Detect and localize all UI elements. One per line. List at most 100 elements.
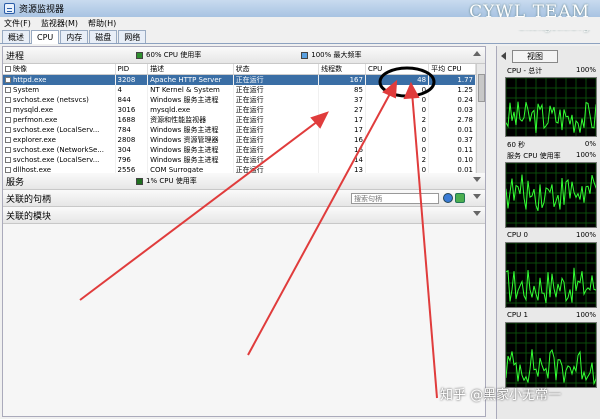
cell-image: dllhost.exe	[3, 165, 116, 173]
row-checkbox[interactable]	[5, 97, 11, 103]
view-button[interactable]: 视图	[512, 49, 558, 63]
row-checkbox[interactable]	[5, 77, 11, 83]
menu-monitor[interactable]: 监视器(M)	[41, 18, 78, 29]
search-icon[interactable]	[443, 193, 453, 203]
cell-description: Windows 服务主进程	[147, 125, 234, 135]
services-title: 服务	[6, 177, 25, 188]
collapse-chevron-icon[interactable]	[473, 51, 481, 56]
cell-status: 正在运行	[233, 155, 320, 165]
cell-description: Windows 服务主进程	[147, 155, 234, 165]
table-row[interactable]: System 4 NT Kernel & System 正在运行 85 0 1.25	[3, 85, 476, 95]
col-description[interactable]: 描述	[147, 64, 234, 75]
tab-memory[interactable]: 内存	[60, 30, 89, 43]
cell-image: perfmon.exe	[3, 115, 116, 125]
cpu-usage-swatch	[136, 51, 143, 59]
tab-disk[interactable]: 磁盘	[89, 30, 118, 43]
cell-description: Apache HTTP Server	[147, 74, 234, 85]
cell-image: httpd.exe	[3, 74, 116, 85]
cell-avg-cpu: 2.78	[428, 115, 476, 125]
expand-chevron-icon[interactable]	[473, 194, 481, 199]
row-checkbox[interactable]	[5, 107, 11, 113]
cell-cpu: 0	[365, 165, 430, 173]
services-cpu-swatch	[136, 177, 143, 185]
cell-threads: 17	[318, 115, 366, 125]
row-checkbox[interactable]	[5, 87, 11, 93]
cell-avg-cpu: 0.24	[428, 95, 476, 105]
cell-pid: 1688	[115, 115, 149, 125]
services-cpu-legend-text: 1% CPU 使用率	[146, 177, 197, 185]
modules-title: 关联的模块	[6, 211, 52, 222]
handles-title: 关联的句柄	[6, 194, 52, 205]
cell-status: 正在运行	[233, 85, 320, 95]
cell-description: 资源和性能监视器	[147, 115, 234, 125]
cell-pid: 304	[115, 145, 149, 155]
cell-threads: 16	[318, 145, 366, 155]
services-header[interactable]: 服务 1% CPU 使用率	[3, 173, 485, 190]
select-all-checkbox[interactable]	[5, 66, 11, 72]
row-checkbox[interactable]	[5, 147, 11, 153]
menu-file[interactable]: 文件(F)	[4, 18, 31, 29]
table-row[interactable]: dllhost.exe 2556 COM Surrogate 正在运行 13 0 0.01	[3, 165, 476, 173]
cell-threads: 17	[318, 125, 366, 135]
cell-avg-cpu: 1.77	[428, 74, 476, 85]
cell-description: Windows 服务主进程	[147, 145, 234, 155]
cell-status: 正在运行	[233, 145, 320, 155]
cell-avg-cpu: 0.10	[428, 155, 476, 165]
table-row[interactable]: svchost.exe (NetworkSe... 304 Windows 服务主进…	[3, 145, 476, 155]
tab-cpu[interactable]: CPU	[31, 30, 60, 44]
tab-network[interactable]: 网络	[118, 30, 147, 43]
cell-threads: 167	[318, 74, 366, 85]
modules-header[interactable]: 关联的模块	[3, 207, 485, 224]
table-row[interactable]: explorer.exe 2808 Windows 资源管理器 正在运行 16 0 0.37	[3, 135, 476, 145]
cell-cpu: 0	[365, 145, 430, 155]
watermark-bottom: 知乎 @黑家小无常一	[440, 388, 562, 403]
table-row[interactable]: svchost.exe (LocalServ... 784 Windows 服务主进…	[3, 125, 476, 135]
tab-overview[interactable]: 概述	[2, 30, 30, 43]
cell-cpu: 0	[365, 135, 430, 145]
cell-image: svchost.exe (NetworkSe...	[3, 145, 116, 155]
refresh-icon[interactable]	[455, 193, 465, 203]
collapse-pane-icon[interactable]	[501, 52, 506, 60]
cell-status: 正在运行	[233, 105, 320, 115]
table-row[interactable]: httpd.exe 3208 Apache HTTP Server 正在运行 167 48…	[3, 74, 476, 85]
max-frequency-swatch	[301, 51, 309, 59]
cell-threads: 14	[318, 155, 366, 165]
services-cpu-legend: 1% CPU 使用率	[136, 176, 197, 186]
cell-threads: 16	[318, 135, 366, 145]
graph-label-cpu1: CPU 1 100%	[507, 311, 596, 319]
cell-status: 正在运行	[233, 135, 320, 145]
table-row[interactable]: perfmon.exe 1688 资源和性能监视器 正在运行 17 2 2.78	[3, 115, 476, 125]
expand-chevron-icon[interactable]	[473, 177, 481, 182]
row-checkbox[interactable]	[5, 127, 11, 133]
table-row[interactable]: svchost.exe (LocalServ... 796 Windows 服务主进…	[3, 155, 476, 165]
cell-description: Windows 服务主进程	[147, 95, 234, 105]
col-status[interactable]: 状态	[233, 64, 320, 75]
cell-avg-cpu: 0.01	[428, 125, 476, 135]
process-scrollbar[interactable]	[476, 64, 485, 173]
window-title: 资源监视器	[19, 5, 65, 15]
processes-header[interactable]: 进程 60% CPU 使用率 100% 最大频率	[3, 47, 485, 64]
menu-help[interactable]: 帮助(H)	[88, 18, 116, 29]
col-cpu[interactable]: CPU	[365, 64, 430, 75]
cell-pid: 2556	[115, 165, 149, 173]
row-checkbox[interactable]	[5, 157, 11, 163]
row-checkbox[interactable]	[5, 117, 11, 123]
table-row[interactable]: svchost.exe (netsvcs) 844 Windows 服务主进程 正在运…	[3, 95, 476, 105]
handles-header[interactable]: 关联的句柄	[3, 190, 485, 207]
expand-chevron-icon[interactable]	[473, 211, 481, 216]
table-row[interactable]: mysqld.exe 3016 mysqld.exe 正在运行 27 0 0.03	[3, 105, 476, 115]
graph-usage-line	[505, 348, 599, 386]
scrollbar-thumb[interactable]	[478, 74, 485, 102]
col-threads[interactable]: 线程数	[318, 64, 366, 75]
graph-pane: 视图 CPU - 总计 100% 60 秒 0% 服务 CPU 使用率 100% CP…	[496, 46, 600, 419]
col-image[interactable]: 映像	[3, 64, 116, 75]
col-pid[interactable]: PID	[115, 64, 149, 75]
cell-cpu: 0	[365, 85, 430, 95]
cell-avg-cpu: 1.25	[428, 85, 476, 95]
cell-status: 正在运行	[233, 95, 320, 105]
cell-image: svchost.exe (LocalServ...	[3, 155, 116, 165]
search-handles-input[interactable]	[351, 193, 439, 204]
col-avg-cpu[interactable]: 平均 CPU	[428, 64, 476, 75]
row-checkbox[interactable]	[5, 137, 11, 143]
cell-avg-cpu: 0.03	[428, 105, 476, 115]
